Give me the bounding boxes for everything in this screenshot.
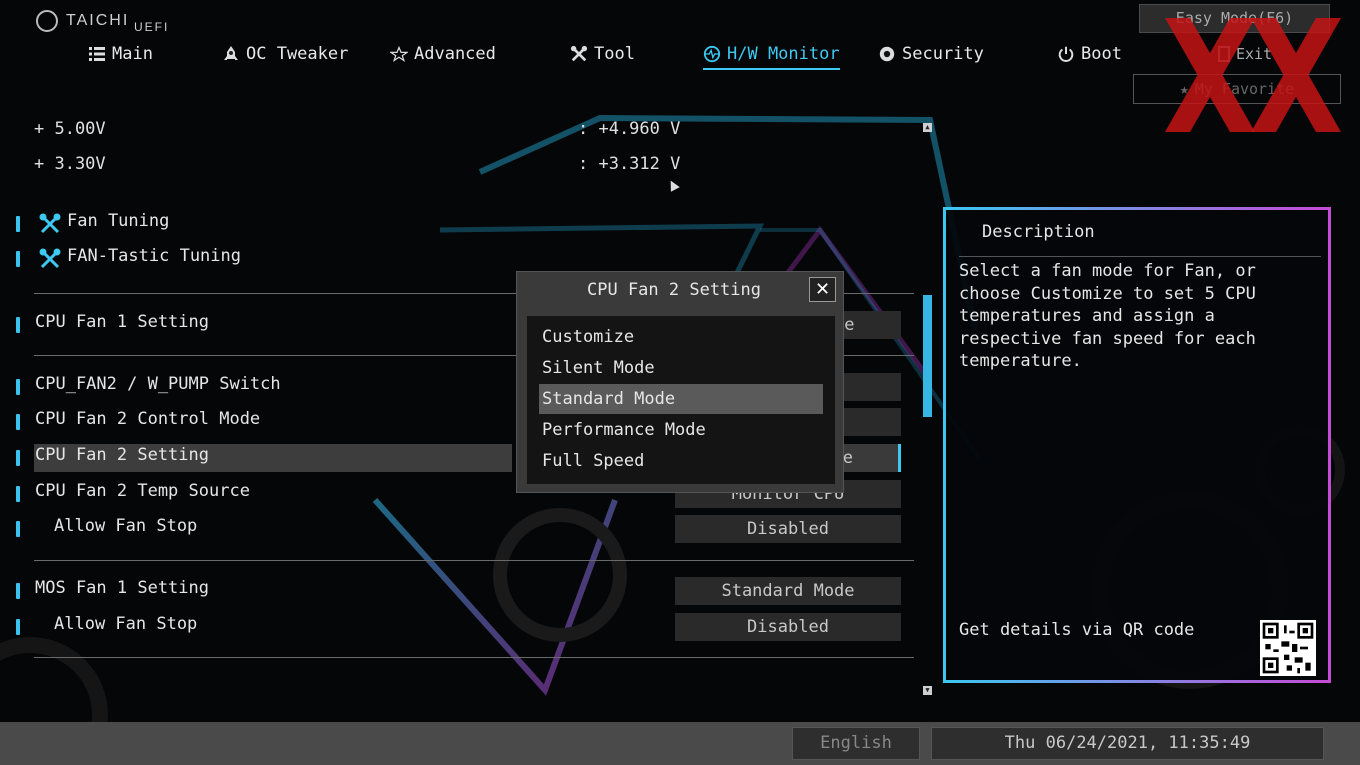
setting-label: CPU Fan 2 Control Mode: [35, 409, 261, 429]
setting-label: Allow Fan Stop: [54, 614, 198, 634]
tab-hw-monitor[interactable]: H/W Monitor: [703, 40, 840, 70]
setting-row-mos-fan1[interactable]: MOS Fan 1 Setting Standard Mode: [0, 577, 910, 605]
close-icon: ✕: [814, 279, 831, 300]
tab-advanced-label: Advanced: [414, 44, 496, 64]
setting-row-allow-fan-stop-2[interactable]: Allow Fan Stop Disabled: [0, 613, 910, 641]
tab-hw-monitor-label: H/W Monitor: [727, 44, 840, 64]
voltage-3v3-value: : +3.312 V: [578, 154, 681, 174]
language-button[interactable]: English: [792, 727, 920, 760]
tab-boot[interactable]: Boot: [1057, 40, 1122, 68]
monitor-circle-icon: [703, 45, 721, 63]
tools-icon: [39, 213, 61, 234]
setting-label: CPU Fan 2 Temp Source: [35, 481, 250, 501]
taichi-logo-icon: [36, 10, 58, 32]
fan-tuning-item[interactable]: Fan Tuning: [0, 210, 910, 238]
tab-tool-label: Tool: [594, 44, 635, 64]
setting-value[interactable]: Disabled: [675, 613, 901, 641]
rocket-icon: [222, 45, 240, 63]
scrollbar-thumb[interactable]: [923, 295, 932, 417]
option-standard-mode[interactable]: Standard Mode: [539, 384, 823, 414]
option-silent-mode[interactable]: Silent Mode: [539, 353, 823, 383]
option-full-speed[interactable]: Full Speed: [539, 446, 823, 476]
tab-main[interactable]: Main: [88, 40, 153, 68]
scroll-down-arrow[interactable]: ▼: [923, 686, 932, 695]
row-marker: [16, 379, 20, 395]
row-marker: [16, 414, 20, 430]
scroll-up-arrow[interactable]: ▲: [923, 123, 932, 132]
voltage-5v-value: : +4.960 V: [578, 119, 681, 139]
logo-uefi: UEFI: [134, 20, 170, 34]
logo-brand: TAICHI: [66, 12, 130, 29]
shield-gear-icon: [878, 45, 896, 63]
qr-code-icon: [1260, 620, 1316, 676]
tab-main-label: Main: [112, 44, 153, 64]
setting-label: CPU_FAN2 / W_PUMP Switch: [35, 374, 281, 394]
setting-value[interactable]: Disabled: [675, 515, 901, 543]
setting-value[interactable]: Standard Mode: [675, 577, 901, 605]
setting-label: Allow Fan Stop: [54, 516, 198, 536]
option-customize[interactable]: Customize: [539, 322, 823, 352]
setting-row-allow-fan-stop-1[interactable]: Allow Fan Stop Disabled: [0, 515, 910, 543]
star-icon: [390, 45, 408, 63]
row-marker: [16, 450, 20, 466]
tools-icon: [570, 45, 588, 63]
voltage-3v3-label: + 3.30V: [34, 154, 106, 174]
row-marker: [16, 583, 20, 599]
tab-advanced[interactable]: Advanced: [390, 40, 496, 68]
watermark-logo: [1165, 18, 1341, 132]
row-marker: [16, 521, 20, 537]
setting-label: CPU Fan 1 Setting: [35, 312, 209, 332]
tab-boot-label: Boot: [1081, 44, 1122, 64]
fan-tastic-tuning-item[interactable]: FAN-Tastic Tuning: [0, 245, 910, 273]
option-performance-mode[interactable]: Performance Mode: [539, 415, 823, 445]
row-marker: [16, 216, 20, 232]
divider: [959, 256, 1321, 257]
voltage-5v-label: + 5.00V: [34, 119, 106, 139]
qr-caption: Get details via QR code: [959, 620, 1195, 640]
close-button[interactable]: ✕: [809, 277, 836, 302]
tab-oc-tweaker-label: OC Tweaker: [246, 44, 349, 64]
row-marker: [16, 619, 20, 635]
dialog-title: CPU Fan 2 Setting: [587, 280, 761, 300]
setting-label: CPU Fan 2 Setting: [35, 445, 209, 465]
tab-tool[interactable]: Tool: [570, 40, 635, 68]
description-panel: Description Select a fan mode for Fan, o…: [943, 207, 1331, 683]
tools-icon: [39, 248, 61, 269]
divider: [34, 657, 914, 658]
tab-oc-tweaker[interactable]: OC Tweaker: [222, 40, 348, 68]
fan-tuning-label: Fan Tuning: [67, 211, 170, 231]
datetime-display: Thu 06/24/2021, 11:35:49: [931, 727, 1324, 760]
power-icon: [1057, 45, 1075, 63]
tab-security-label: Security: [902, 44, 984, 64]
row-marker: [16, 486, 20, 502]
options-list: Customize Silent Mode Standard Mode Perf…: [527, 316, 835, 484]
description-title: Description: [982, 222, 1095, 242]
divider: [34, 560, 914, 561]
setting-label: MOS Fan 1 Setting: [35, 578, 209, 598]
tab-security[interactable]: Security: [878, 40, 984, 68]
row-marker: [16, 317, 20, 333]
description-text: Select a fan mode for Fan, or choose Cus…: [959, 261, 1256, 371]
fan-tastic-tuning-label: FAN-Tastic Tuning: [67, 246, 241, 266]
list-icon: [88, 45, 106, 63]
row-marker: [16, 251, 20, 267]
cpu-fan2-setting-dialog: CPU Fan 2 Setting ✕ Customize Silent Mod…: [516, 271, 844, 493]
